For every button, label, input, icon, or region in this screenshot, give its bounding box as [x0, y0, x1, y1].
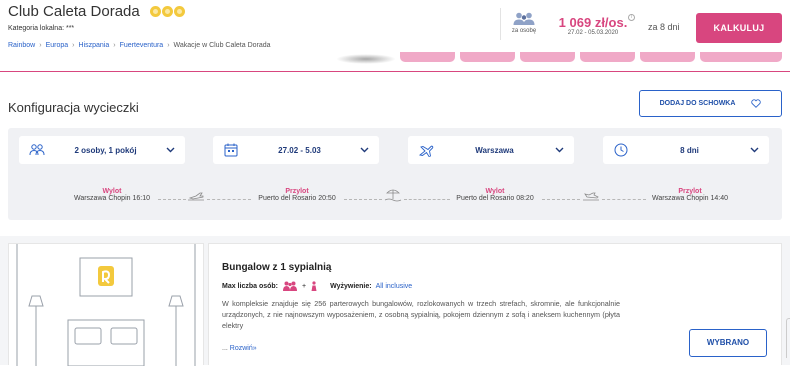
dates-value: 27.02 - 5.03 — [278, 145, 321, 155]
route-stop: Przylot Puerto del Rosario 20:50 — [250, 188, 344, 202]
persons-rooms-select[interactable]: 2 osoby, 1 pokój — [19, 136, 185, 164]
group-icon — [29, 144, 45, 156]
route-stop-label: Przylot — [285, 188, 309, 195]
breadcrumb-current: Wakacje w Club Caleta Dorada — [173, 42, 271, 49]
clock-icon — [614, 143, 628, 157]
breadcrumb-hiszpania[interactable]: Hiszpania — [79, 42, 110, 49]
heart-icon — [751, 99, 762, 108]
star-icon — [161, 6, 173, 17]
add-to-favorites-button[interactable]: DODAJ DO SCHOWKA — [639, 90, 782, 117]
config-title: Konfiguracja wycieczki — [8, 100, 139, 115]
plane-icon — [418, 145, 434, 158]
dates-select[interactable]: 27.02 - 5.03 — [213, 136, 379, 164]
page-header: Club Caleta Dorada Kategoria lokalna: **… — [0, 0, 790, 72]
route-line — [404, 199, 450, 200]
hotel-rating-icons — [149, 6, 185, 17]
section-tab[interactable] — [460, 52, 515, 62]
star-icon — [149, 6, 161, 17]
scroll-shadow — [336, 54, 396, 64]
route-line — [207, 199, 251, 200]
breadcrumb-europa[interactable]: Europa — [46, 42, 69, 49]
chevron-down-icon — [555, 147, 564, 153]
route-stop: Wylot Puerto del Rosario 08:20 — [448, 188, 542, 202]
calculate-button[interactable]: KALKULUJ — [696, 13, 782, 43]
people-icon — [513, 12, 535, 25]
breadcrumb-rainbow[interactable]: Rainbow — [8, 42, 35, 49]
breadcrumb-separator: › — [39, 42, 42, 49]
persons-rooms-value: 2 osoby, 1 pokój — [74, 145, 137, 155]
persons-label: za osobę — [511, 28, 537, 34]
breadcrumb-separator: › — [72, 42, 75, 49]
ellipsis: ... — [222, 345, 228, 352]
length-select[interactable]: 8 dni — [603, 136, 769, 164]
bedroom-illustration-icon — [16, 244, 196, 367]
route-stop: Wylot Warszawa Chopin 16:10 — [66, 188, 158, 202]
local-category: Kategoria lokalna: *** — [8, 25, 75, 32]
plane-takeoff-icon — [188, 192, 204, 201]
info-icon[interactable]: i — [628, 14, 635, 21]
board-label: Wyżywienie: — [330, 282, 372, 290]
star-icon — [173, 6, 185, 17]
section-tab[interactable] — [580, 52, 635, 62]
section-tabs-strip — [400, 52, 782, 62]
route-stop-detail: Puerto del Rosario 20:50 — [258, 195, 336, 202]
board-value: All inclusive — [375, 282, 413, 290]
child-icon — [311, 281, 317, 291]
hotel-title-row: Club Caleta Dorada — [8, 3, 185, 20]
hotel-name: Club Caleta Dorada — [8, 3, 140, 20]
price-dates: 27.02 - 05.03.2020 — [567, 30, 619, 36]
breadcrumb-fuerteventura[interactable]: Fuerteventura — [120, 42, 164, 49]
chevron-down-icon — [166, 147, 175, 153]
route-line — [158, 199, 186, 200]
trip-duration: za 8 dni — [648, 22, 680, 32]
room-illustration — [8, 243, 204, 367]
chevron-down-icon — [750, 147, 759, 153]
section-tab[interactable] — [700, 52, 782, 62]
plus-sign: + — [302, 282, 307, 290]
breadcrumb: Rainbow › Europa › Hiszpania › Fuerteven… — [8, 42, 271, 49]
room-specs: Max liczba osób: + Wyżywienie: All inclu… — [222, 281, 412, 291]
adults-icon — [283, 281, 298, 291]
route-line — [542, 199, 580, 200]
route-stop-detail: Puerto del Rosario 08:20 — [456, 195, 534, 202]
length-value: 8 dni — [680, 145, 699, 155]
route-stop: Przylot Warszawa Chopin 14:40 — [645, 188, 735, 202]
route-stop-label: Wylot — [102, 188, 122, 195]
calendar-icon — [224, 143, 238, 157]
add-to-favorites-label: DODAJ DO SCHOWKA — [659, 100, 736, 107]
selected-button[interactable]: WYBRANO — [689, 329, 767, 357]
expand-description: ... Rozwiń» — [222, 345, 257, 352]
persons-selector[interactable]: za osobę — [504, 12, 544, 34]
price-block: 1 069 zł/os. 27.02 - 05.03.2020 — [557, 15, 629, 36]
route-stop-detail: Warszawa Chopin 16:10 — [73, 195, 150, 202]
room-title: Bungalow z 1 sypialnią — [222, 262, 332, 273]
section-tab[interactable] — [400, 52, 455, 62]
breadcrumb-separator: › — [167, 42, 170, 49]
route-line — [602, 199, 646, 200]
route-stop-detail: Warszawa Chopin 14:40 — [651, 195, 728, 202]
route-line — [344, 199, 382, 200]
room-description: W kompleksie znajduje się 256 parterowyc… — [222, 299, 620, 330]
price-value: 1 069 zł/os. — [558, 15, 628, 30]
header-divider — [500, 8, 501, 40]
max-persons-label: Max liczba osób: — [222, 282, 279, 290]
chevron-down-icon — [360, 147, 369, 153]
route-stop-label: Przylot — [678, 188, 702, 195]
breadcrumb-separator: › — [113, 42, 116, 49]
edge-widget — [786, 318, 790, 358]
section-tab[interactable] — [520, 52, 575, 62]
beach-icon — [384, 189, 402, 202]
route-stop-label: Wylot — [485, 188, 505, 195]
plane-landing-icon — [583, 192, 599, 201]
departure-value: Warszawa — [475, 145, 514, 155]
departure-select[interactable]: Warszawa — [408, 136, 574, 164]
expand-link[interactable]: Rozwiń» — [230, 345, 257, 352]
section-tab[interactable] — [640, 52, 695, 62]
